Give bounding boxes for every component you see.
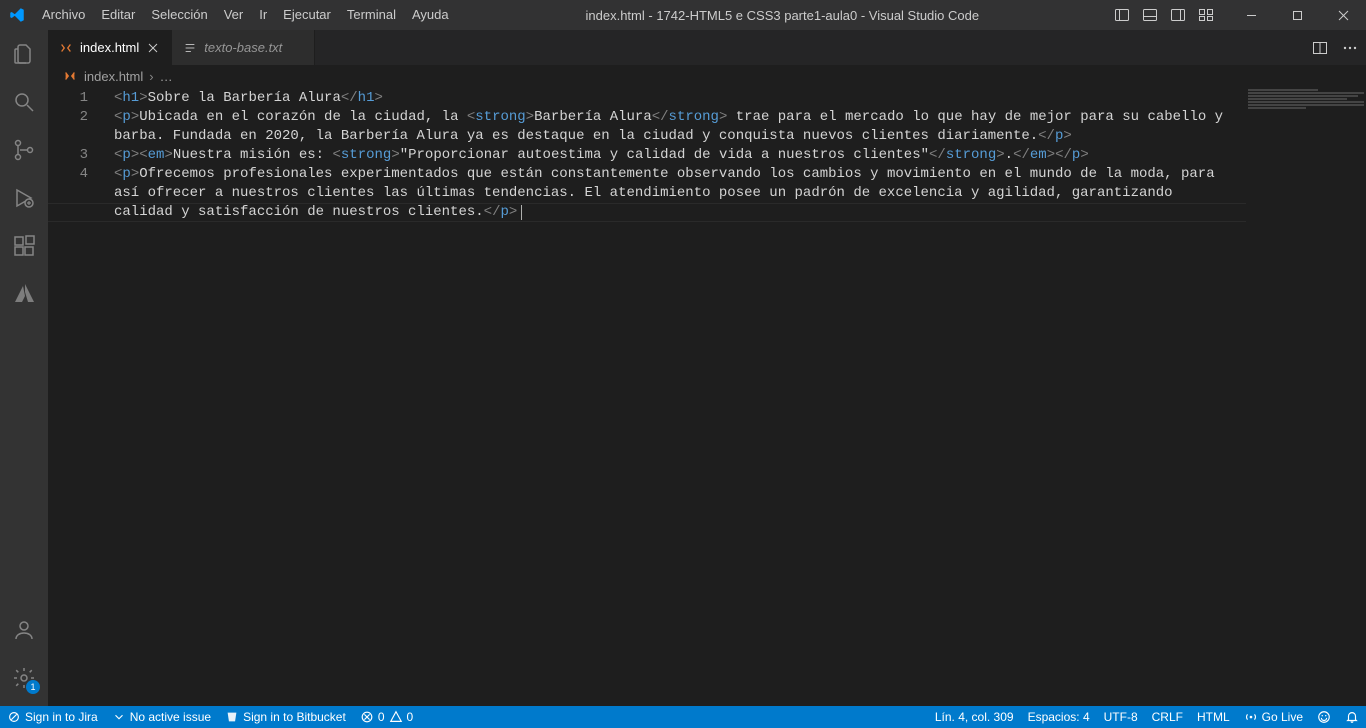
- breadcrumbs[interactable]: index.html › …: [48, 65, 1366, 87]
- panel-right-icon[interactable]: [1164, 0, 1192, 30]
- vscode-logo: [0, 6, 34, 24]
- extensions-icon[interactable]: [0, 222, 48, 270]
- account-icon[interactable]: [0, 606, 48, 654]
- settings-gear-icon[interactable]: 1: [0, 654, 48, 702]
- menu-editar[interactable]: Editar: [93, 0, 143, 30]
- menu-ir[interactable]: Ir: [251, 0, 275, 30]
- line-number: 4: [48, 165, 114, 184]
- tab-label: texto-base.txt: [204, 40, 282, 55]
- breadcrumb-ellipsis: …: [160, 69, 173, 84]
- layout-customize-icon[interactable]: [1192, 0, 1220, 30]
- titlebar: ArchivoEditarSelecciónVerIrEjecutarTermi…: [0, 0, 1366, 30]
- status-feedback-icon[interactable]: [1310, 706, 1338, 728]
- menu-archivo[interactable]: Archivo: [34, 0, 93, 30]
- statusbar: Sign in to Jira No active issue Sign in …: [0, 706, 1366, 728]
- tab-texto-base-txt[interactable]: texto-base.txt: [172, 30, 315, 65]
- status-golive[interactable]: Go Live: [1237, 706, 1310, 728]
- status-encoding[interactable]: UTF-8: [1097, 706, 1145, 728]
- panel-bottom-icon[interactable]: [1136, 0, 1164, 30]
- menu-selección[interactable]: Selección: [143, 0, 215, 30]
- line-number: 1: [48, 89, 114, 108]
- status-eol[interactable]: CRLF: [1145, 706, 1190, 728]
- chevron-right-icon: ›: [149, 69, 153, 84]
- settings-badge: 1: [26, 680, 40, 694]
- menu-ejecutar[interactable]: Ejecutar: [275, 0, 339, 30]
- status-problems[interactable]: 0 0: [353, 706, 420, 728]
- panel-left-icon[interactable]: [1108, 0, 1136, 30]
- tab-index-html[interactable]: index.html: [48, 30, 172, 65]
- line-number: 2: [48, 108, 114, 127]
- status-indent[interactable]: Espacios: 4: [1021, 706, 1097, 728]
- status-lang[interactable]: HTML: [1190, 706, 1237, 728]
- tab-actions: [1312, 30, 1366, 65]
- status-cursor[interactable]: Lín. 4, col. 309: [928, 706, 1021, 728]
- code-content[interactable]: 1<h1>Sobre la Barbería Alura</h1>2<p>Ubi…: [48, 87, 1366, 706]
- tab-label: index.html: [80, 40, 139, 55]
- source-control-icon[interactable]: [0, 126, 48, 174]
- window-title: index.html - 1742-HTML5 e CSS3 parte1-au…: [457, 8, 1108, 23]
- minimap[interactable]: [1246, 87, 1366, 706]
- menubar: ArchivoEditarSelecciónVerIrEjecutarTermi…: [34, 0, 457, 30]
- close-window-button[interactable]: [1320, 0, 1366, 30]
- minimize-button[interactable]: [1228, 0, 1274, 30]
- html-file-icon: [62, 68, 78, 84]
- menu-ayuda[interactable]: Ayuda: [404, 0, 457, 30]
- text-cursor: [521, 205, 522, 220]
- menu-terminal[interactable]: Terminal: [339, 0, 404, 30]
- line-number: 3: [48, 146, 114, 165]
- tabs-bar: index.html texto-base.txt: [48, 30, 1366, 65]
- html-file-icon: [58, 40, 74, 56]
- status-bitbucket[interactable]: Sign in to Bitbucket: [218, 706, 353, 728]
- status-jira[interactable]: Sign in to Jira: [0, 706, 105, 728]
- split-editor-icon[interactable]: [1312, 40, 1328, 56]
- menu-ver[interactable]: Ver: [216, 0, 252, 30]
- layout-icons: [1108, 0, 1220, 30]
- text-file-icon: [182, 40, 198, 56]
- search-icon[interactable]: [0, 78, 48, 126]
- activitybar: 1: [0, 30, 48, 706]
- close-tab-icon[interactable]: [145, 40, 161, 56]
- breadcrumb-file: index.html: [84, 69, 143, 84]
- status-bell-icon[interactable]: [1338, 706, 1366, 728]
- editor[interactable]: 1<h1>Sobre la Barbería Alura</h1>2<p>Ubi…: [48, 87, 1366, 706]
- explorer-icon[interactable]: [0, 30, 48, 78]
- status-issue[interactable]: No active issue: [105, 706, 218, 728]
- more-actions-icon[interactable]: [1342, 40, 1358, 56]
- run-debug-icon[interactable]: [0, 174, 48, 222]
- atlassian-icon[interactable]: [0, 270, 48, 318]
- maximize-button[interactable]: [1274, 0, 1320, 30]
